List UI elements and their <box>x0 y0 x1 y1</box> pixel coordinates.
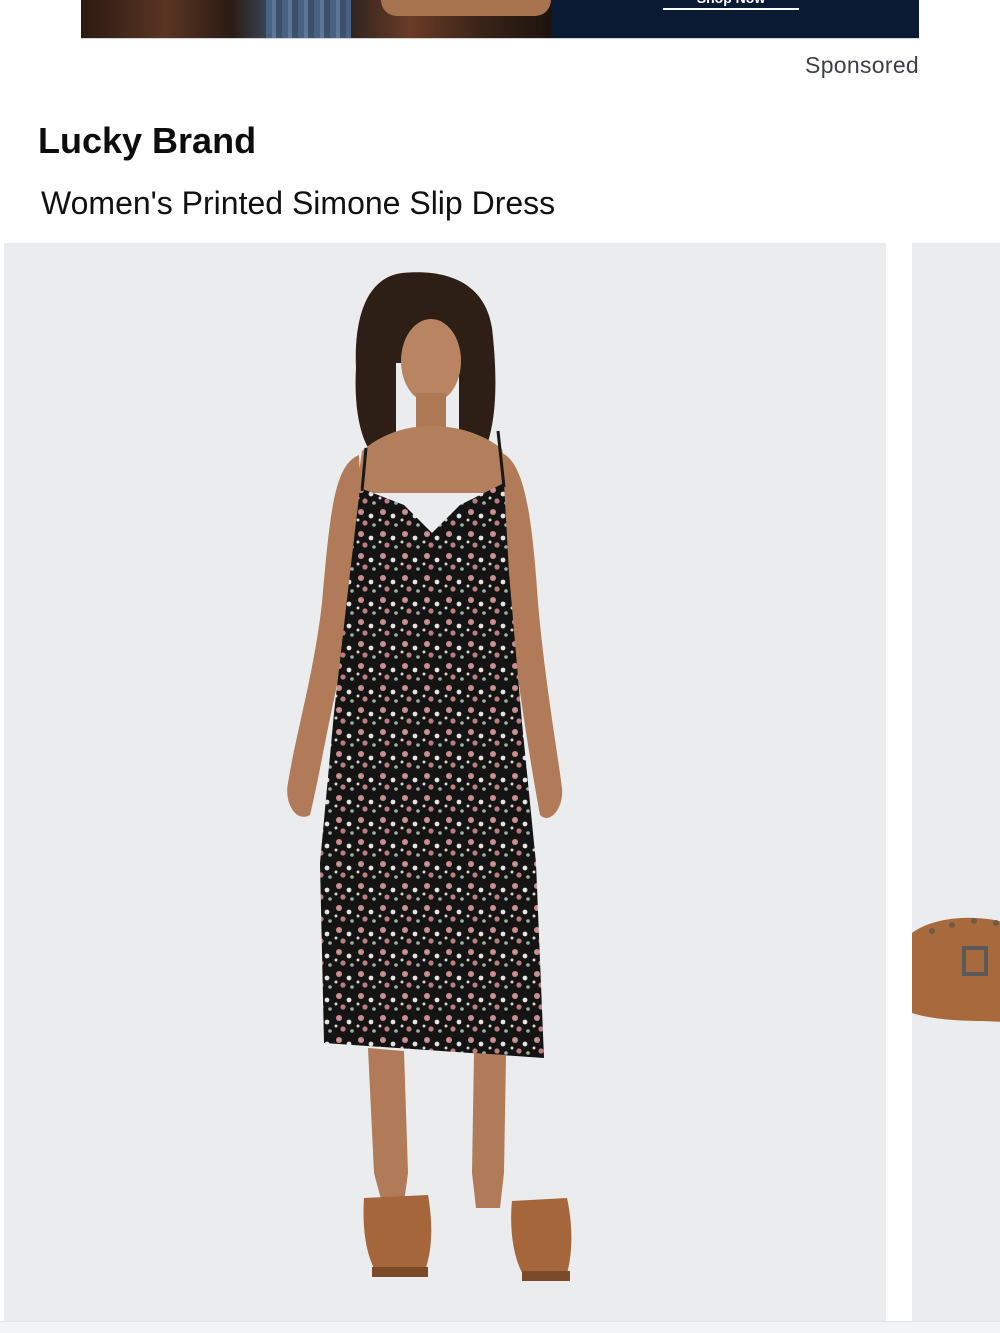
model-photo <box>287 272 572 1281</box>
product-image-carousel[interactable] <box>0 243 1000 1321</box>
carousel-bottom-edge <box>0 1321 1000 1333</box>
ad-image-jeans <box>266 0 351 38</box>
sponsored-label: Sponsored <box>805 52 919 78</box>
brand-name[interactable]: Lucky Brand <box>38 120 256 162</box>
ad-banner[interactable]: Shop Now <box>81 0 919 39</box>
clog-photo <box>912 917 1000 1022</box>
ad-image-hand <box>381 0 551 16</box>
product-image-next[interactable] <box>912 243 1000 1321</box>
ad-image[interactable] <box>81 0 551 38</box>
ad-shop-now-link[interactable]: Shop Now <box>663 0 799 10</box>
ad-cta-panel: Shop Now <box>551 0 919 38</box>
product-image-main[interactable] <box>4 243 886 1321</box>
product-page: Shop Now Sponsored Lucky Brand Women's P… <box>0 0 1000 1333</box>
product-title: Women's Printed Simone Slip Dress <box>41 185 556 221</box>
